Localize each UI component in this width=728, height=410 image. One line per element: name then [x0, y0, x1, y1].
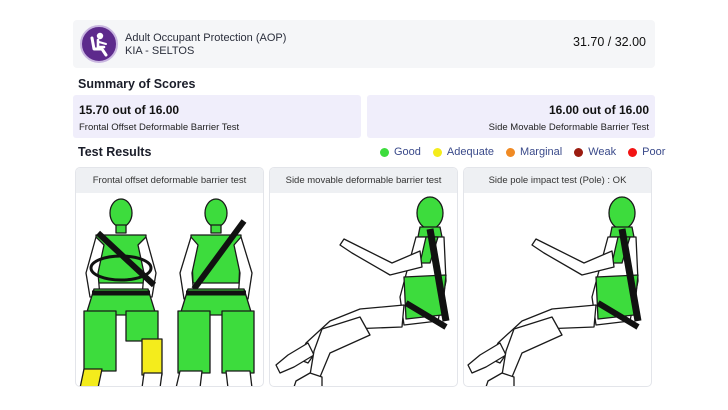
program-title: Adult Occupant Protection (AOP)	[125, 32, 287, 44]
frontal-dummies-diagram	[79, 198, 255, 386]
legend-label: Adequate	[446, 146, 495, 158]
legend-label: Marginal	[520, 146, 563, 158]
frontal-score-value: 15.70 out of 16.00	[79, 103, 180, 117]
seated-occupant-icon	[80, 25, 118, 63]
marginal-dot-icon	[506, 147, 516, 157]
passenger-dummy	[175, 198, 255, 386]
driver-dummy	[79, 198, 163, 386]
legend-label: Weak	[588, 146, 617, 158]
rating-legend: Good Adequate Marginal Weak Poor	[380, 146, 665, 158]
good-dot-icon	[380, 147, 389, 157]
side-mdb-test-panel: Side movable deformable barrier test	[269, 167, 458, 387]
program-header: Adult Occupant Protection (AOP) KIA - SE…	[73, 20, 655, 68]
side-pole-test-panel: Side pole impact test (Pole) : OK	[463, 167, 652, 387]
side-score-card: 16.00 out of 16.00 Side Movable Deformab…	[367, 95, 655, 138]
legend-poor: Poor	[628, 146, 665, 158]
frontal-test-title: Frontal offset deformable barrier test	[76, 168, 263, 193]
legend-label: Good	[394, 146, 421, 158]
poor-dot-icon	[628, 147, 638, 157]
legend-adequate: Adequate	[432, 146, 495, 158]
legend-marginal: Marginal	[506, 146, 562, 158]
frontal-score-card: 15.70 out of 16.00 Frontal Offset Deform…	[73, 95, 361, 138]
side-mdb-test-title: Side movable deformable barrier test	[270, 168, 457, 193]
weak-dot-icon	[574, 147, 584, 157]
side-pole-test-title: Side pole impact test (Pole) : OK	[464, 168, 651, 193]
total-score: 31.70 / 32.00	[573, 35, 646, 49]
side-score-value: 16.00 out of 16.00	[548, 103, 649, 117]
vehicle-name: KIA - SELTOS	[125, 45, 195, 57]
adequate-dot-icon	[432, 147, 442, 157]
results-heading: Test Results	[78, 145, 152, 159]
side-score-label: Side Movable Deformable Barrier Test	[488, 122, 649, 133]
legend-label: Poor	[642, 146, 666, 158]
frontal-test-panel: Frontal offset deformable barrier test	[75, 167, 264, 387]
legend-weak: Weak	[574, 146, 616, 158]
legend-good: Good	[380, 146, 421, 158]
frontal-score-label: Frontal Offset Deformable Barrier Test	[79, 122, 240, 133]
side-mdb-dummy-diagram	[275, 196, 450, 386]
summary-heading: Summary of Scores	[78, 77, 196, 91]
side-pole-dummy-diagram	[467, 196, 642, 386]
